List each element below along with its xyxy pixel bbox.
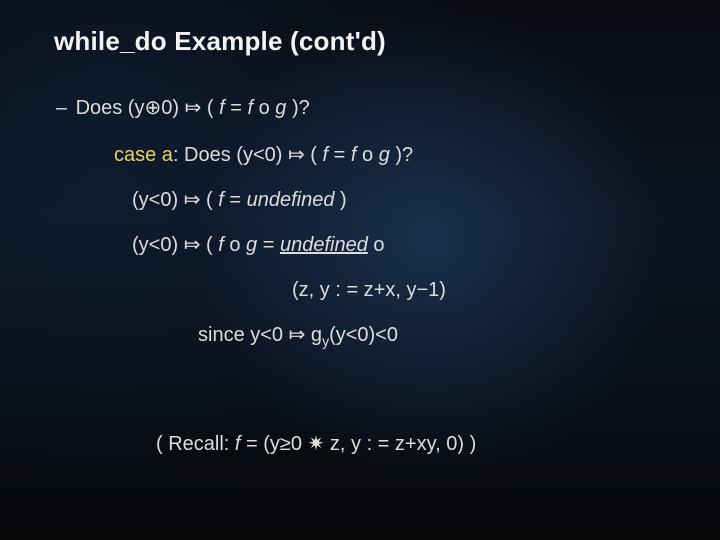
slide: while_do Example (cont'd) – Does (y⊕0) ⤇… [0, 0, 720, 540]
text: o [224, 234, 246, 256]
text: = [257, 234, 280, 256]
text: (y<0) [132, 189, 184, 211]
undefined: undefined [280, 234, 368, 256]
implies-icon: ⤇ [184, 234, 201, 256]
text: 0) [161, 97, 184, 119]
derivation-line-1: (y<0) ⤇ ( f = undefined ) [132, 187, 672, 214]
case-label: case a [114, 144, 173, 166]
text: ( [200, 189, 218, 211]
text: = (y≥0 [240, 433, 307, 455]
text: = [328, 144, 351, 166]
slide-title: while_do Example (cont'd) [54, 26, 672, 57]
var-g: g [379, 144, 390, 166]
text: (y<0) [132, 234, 184, 256]
text: (y<0)<0 [329, 324, 398, 346]
var-g: g [246, 234, 257, 256]
since-line: since y<0 ⤇ gy(y<0)<0 [198, 322, 672, 349]
star-icon: ✷ [308, 433, 325, 455]
derivation-line-2: (y<0) ⤇ ( f o g = undefined o [132, 232, 672, 259]
text: )? [390, 144, 413, 166]
text: ( [200, 234, 218, 256]
text: o [253, 97, 275, 119]
subscript: y [322, 333, 329, 349]
bullet-line: – Does (y⊕0) ⤇ ( f = f o g )? [56, 95, 672, 120]
derivation-line-2b: (z, y : = z+x, y−1) [292, 277, 672, 304]
implies-icon: ⤇ [184, 189, 201, 211]
implies-icon: ⤇ [185, 97, 202, 119]
text: : Does (y<0) [173, 144, 288, 166]
text: ( [201, 97, 219, 119]
oplus-icon: ⊕ [144, 97, 161, 119]
var-g: g [275, 97, 286, 119]
text: )? [286, 97, 309, 119]
implies-icon: ⤇ [288, 144, 305, 166]
undefined: undefined [247, 189, 335, 211]
bullet-dash: – [56, 97, 70, 120]
case-line: case a: Does (y<0) ⤇ ( f = f o g )? [114, 142, 672, 167]
text: o [356, 144, 378, 166]
text: = [225, 97, 248, 119]
text: o [368, 234, 385, 256]
text: z, y : = z+xy, 0) ) [324, 433, 476, 455]
implies-icon: ⤇ [289, 324, 306, 346]
recall-line: ( Recall: f = (y≥0 ✷ z, y : = z+xy, 0) ) [156, 431, 672, 456]
text: = [224, 189, 247, 211]
text: since y<0 [198, 324, 289, 346]
text: ) [334, 189, 346, 211]
text: g [305, 324, 322, 346]
text: Does (y [76, 97, 145, 119]
text: ( [305, 144, 323, 166]
text: ( Recall: [156, 433, 235, 455]
